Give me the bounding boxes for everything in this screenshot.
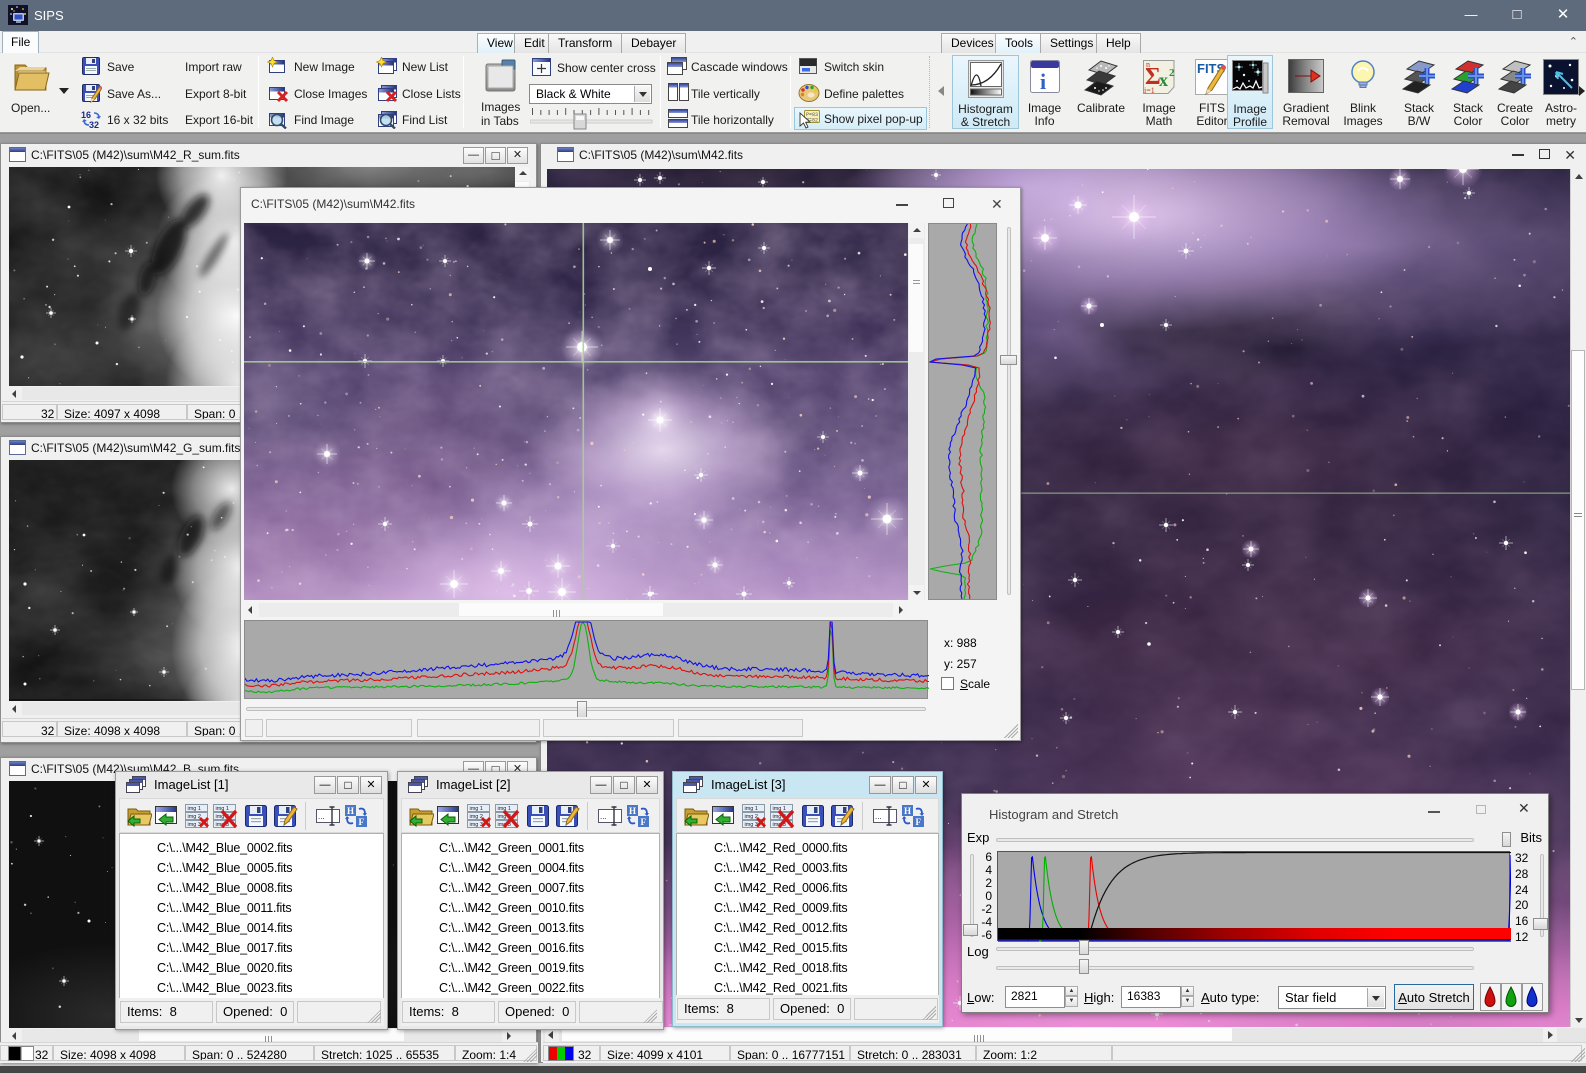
svg-text:img 2: img 2 xyxy=(745,814,758,820)
svg-text:i: i xyxy=(1040,69,1046,94)
svg-text:...: ... xyxy=(600,812,607,821)
svg-text:...: ... xyxy=(318,812,325,821)
svg-text:img 3: img 3 xyxy=(188,822,201,828)
svg-text:H: H xyxy=(629,806,636,816)
svg-text:img 1: img 1 xyxy=(470,806,483,812)
svg-text:F: F xyxy=(641,817,647,827)
svg-text:16: 16 xyxy=(81,110,91,120)
svg-text:i=1: i=1 xyxy=(1144,86,1155,95)
svg-text:H: H xyxy=(347,806,354,816)
svg-text:2: 2 xyxy=(1169,67,1175,79)
svg-text:img 2: img 2 xyxy=(470,814,483,820)
svg-text:x: x xyxy=(1159,70,1168,90)
svg-text:img 1: img 1 xyxy=(745,806,758,812)
svg-text:img 3: img 3 xyxy=(470,822,483,828)
svg-text:n: n xyxy=(1146,60,1150,69)
svg-text:img 2: img 2 xyxy=(188,814,201,820)
svg-text:img 3: img 3 xyxy=(745,822,758,828)
svg-text:32: 32 xyxy=(89,120,99,129)
svg-text:F: F xyxy=(916,817,922,827)
svg-text:F: F xyxy=(359,817,365,827)
svg-text:H: H xyxy=(904,806,911,816)
svg-text:...: ... xyxy=(875,812,882,821)
svg-text:img 1: img 1 xyxy=(188,806,201,812)
